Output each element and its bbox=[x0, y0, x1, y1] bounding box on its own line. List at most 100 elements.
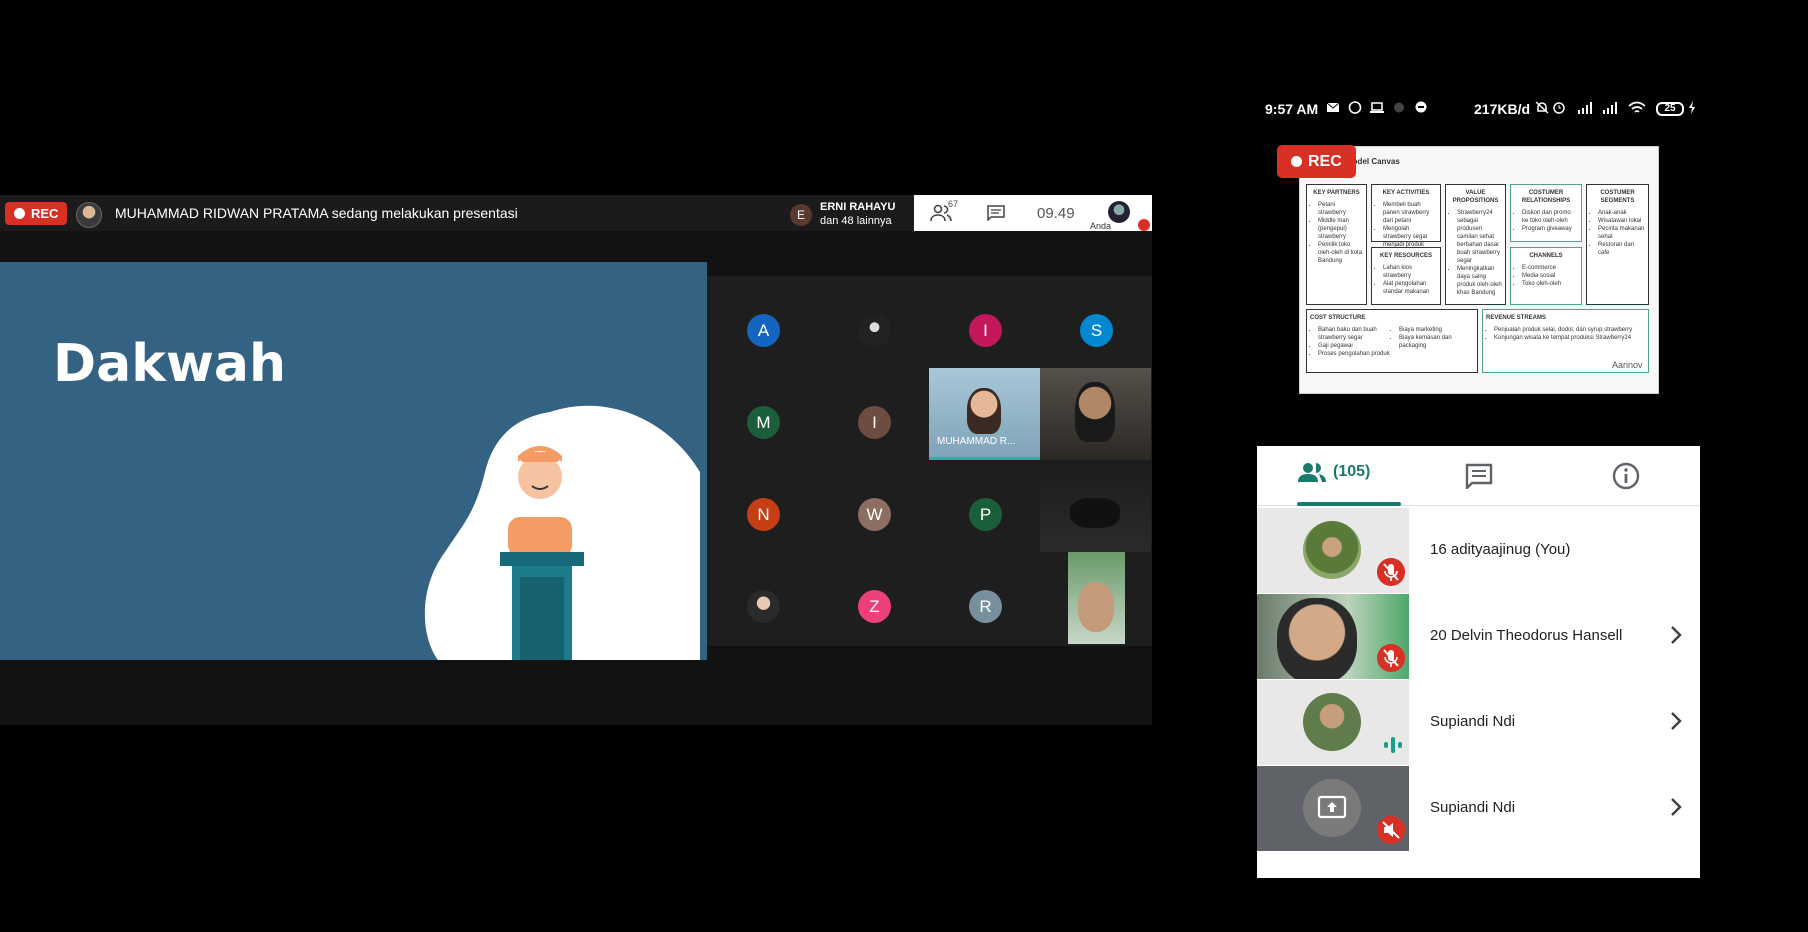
cost-structure-box: COST STRUCTURE Bahan baku dari buah stra… bbox=[1306, 309, 1478, 373]
chevron-right-icon[interactable] bbox=[1670, 797, 1682, 817]
box-item: Bahan baku dari buah strawberry segar bbox=[1318, 326, 1393, 342]
speaker-off-icon bbox=[1377, 816, 1405, 844]
participant-video bbox=[1075, 382, 1115, 442]
key-resources-box: KEY RESOURCES Lahan kios strawberryAlat … bbox=[1371, 247, 1441, 305]
record-dot-icon bbox=[1291, 156, 1302, 167]
present-screen-icon bbox=[1317, 795, 1347, 819]
people-icon bbox=[1298, 463, 1326, 482]
participant-tile[interactable]: I bbox=[818, 368, 929, 460]
participant-avatar bbox=[1303, 693, 1361, 751]
participant-tile[interactable]: I bbox=[929, 276, 1040, 368]
participant-tile[interactable]: S bbox=[1040, 276, 1151, 368]
box-item: Toko oleh-oleh bbox=[1522, 280, 1578, 288]
value-propositions-box: VALUE PROPOSITIONS Strawberry24 sebagai … bbox=[1445, 184, 1506, 305]
box-title: REVENUE STREAMS bbox=[1486, 315, 1547, 321]
participant-name: Supiandi Ndi bbox=[1430, 799, 1516, 816]
box-title: KEY PARTNERS bbox=[1313, 190, 1360, 196]
mic-off-badge-icon bbox=[1138, 219, 1150, 231]
participant-tile[interactable]: Z bbox=[818, 552, 929, 644]
box-item: Meningkatkan daya saing produk oleh-oleh… bbox=[1457, 265, 1502, 297]
participant-photo-avatar bbox=[747, 590, 780, 623]
video-tile[interactable] bbox=[1040, 460, 1151, 552]
participant-row[interactable]: 16 adityaajinug (You) bbox=[1257, 508, 1700, 593]
recording-label: REC bbox=[1308, 152, 1342, 170]
presentation-slide: Dakwah bbox=[0, 262, 707, 660]
participant-tile[interactable]: W bbox=[818, 460, 929, 552]
participant-initial: P bbox=[969, 498, 1002, 531]
participant-row[interactable]: Supiandi Ndi bbox=[1257, 680, 1700, 765]
status-time: 9:57 AM bbox=[1265, 101, 1319, 117]
box-item: Biaya marketing bbox=[1399, 326, 1474, 334]
speaking-video-tile[interactable]: MUHAMMAD R... bbox=[929, 368, 1040, 460]
box-item: Pemilik toko oleh-oleh di kota Bandung bbox=[1318, 241, 1363, 265]
meet-window: REC MUHAMMAD RIDWAN PRATAMA sedang melak… bbox=[0, 195, 1152, 725]
key-activities-box: KEY ACTIVITIES Membeli buah panen strawb… bbox=[1371, 184, 1441, 256]
video-tile[interactable] bbox=[1040, 368, 1151, 460]
preacher-illustration bbox=[424, 405, 700, 660]
box-title: KEY RESOURCES bbox=[1380, 253, 1432, 259]
presenter-avatar bbox=[76, 202, 102, 228]
whatsapp-icon bbox=[1348, 101, 1362, 114]
channels-box: CHANNELS E-commerceMedia sosialToko oleh… bbox=[1510, 247, 1582, 305]
chevron-right-icon[interactable] bbox=[1670, 711, 1682, 731]
box-item: Gaji pegawai bbox=[1318, 342, 1393, 350]
participant-initial: Z bbox=[858, 590, 891, 623]
tab-people[interactable]: (105) bbox=[1297, 462, 1370, 482]
participant-thumbnail bbox=[1257, 680, 1409, 765]
signal-icon bbox=[1603, 102, 1617, 114]
box-title: KEY ACTIVITIES bbox=[1382, 190, 1430, 196]
participant-video bbox=[1078, 582, 1114, 632]
box-item: Membeli buah panen strawberry dari petan… bbox=[1383, 201, 1437, 225]
participant-avatar bbox=[1303, 521, 1361, 579]
box-item: Penjualan produk selai, dodol, dan syrup… bbox=[1494, 326, 1645, 334]
participant-grid: A I S M I MUHAMMAD R... N W P Z R bbox=[707, 276, 1152, 646]
tab-chat-icon[interactable] bbox=[1465, 463, 1493, 489]
participant-tile[interactable]: M bbox=[707, 368, 818, 460]
record-dot-icon bbox=[14, 208, 25, 219]
box-title: COSTUMER RELATIONSHIPS bbox=[1521, 190, 1571, 204]
participant-thumbnail bbox=[1257, 508, 1409, 593]
laptop-icon bbox=[1370, 102, 1384, 113]
battery-indicator: 25 bbox=[1656, 102, 1684, 116]
message-icon bbox=[1415, 101, 1427, 113]
mail-icon bbox=[1326, 102, 1340, 112]
box-title: CHANNELS bbox=[1529, 253, 1563, 259]
chat-icon[interactable] bbox=[987, 205, 1005, 221]
canvas-watermark: Aarinov bbox=[1612, 360, 1643, 370]
signal-icon bbox=[1578, 102, 1592, 114]
speaking-indicator-icon bbox=[1384, 737, 1402, 753]
participant-tile[interactable] bbox=[707, 552, 818, 644]
participant-row[interactable]: 20 Delvin Theodorus Hansell bbox=[1257, 594, 1700, 679]
participant-row[interactable]: Supiandi Ndi bbox=[1257, 766, 1700, 851]
charging-icon bbox=[1689, 101, 1695, 114]
self-label: Anda bbox=[1090, 221, 1112, 231]
box-item: Wisatawan lokal bbox=[1598, 217, 1645, 225]
participant-tile[interactable]: R bbox=[929, 552, 1040, 644]
participant-tile[interactable]: P bbox=[929, 460, 1040, 552]
video-tile[interactable] bbox=[1068, 552, 1125, 644]
recording-badge: REC bbox=[1277, 145, 1356, 178]
mic-off-icon bbox=[1377, 558, 1405, 586]
participant-initial: S bbox=[1080, 314, 1113, 347]
self-avatar[interactable] bbox=[1108, 201, 1130, 223]
participant-tile[interactable] bbox=[818, 276, 929, 368]
box-item: E-commerce bbox=[1522, 264, 1578, 272]
raised-hand-more: dan 48 lainnya bbox=[820, 215, 892, 227]
tab-info-icon[interactable] bbox=[1612, 462, 1640, 490]
raised-hand-avatar: E bbox=[790, 204, 812, 226]
key-partners-box: KEY PARTNERS Petani strawberryMiddle man… bbox=[1306, 184, 1367, 305]
participant-initial: W bbox=[858, 498, 891, 531]
participant-tile[interactable]: A bbox=[707, 276, 818, 368]
speaking-tile-label: MUHAMMAD R... bbox=[937, 436, 1016, 447]
wifi-icon bbox=[1628, 101, 1646, 113]
mic-off-icon bbox=[1377, 644, 1405, 672]
box-title: COSTUMER SEGMENTS bbox=[1600, 190, 1635, 204]
participant-video bbox=[1277, 598, 1357, 679]
participants-panel: (105) 16 adityaajinug (You) 20 Delvin Th… bbox=[1257, 446, 1700, 878]
participant-video bbox=[1070, 498, 1120, 528]
participant-tile[interactable]: N bbox=[707, 460, 818, 552]
shared-screen-business-canvas: Model Canvas KEY PARTNERS Petani strawbe… bbox=[1299, 146, 1659, 394]
box-item: Alat pengolahan standar makanan bbox=[1383, 280, 1437, 296]
chevron-right-icon[interactable] bbox=[1670, 625, 1682, 645]
participant-photo-avatar bbox=[858, 314, 891, 347]
